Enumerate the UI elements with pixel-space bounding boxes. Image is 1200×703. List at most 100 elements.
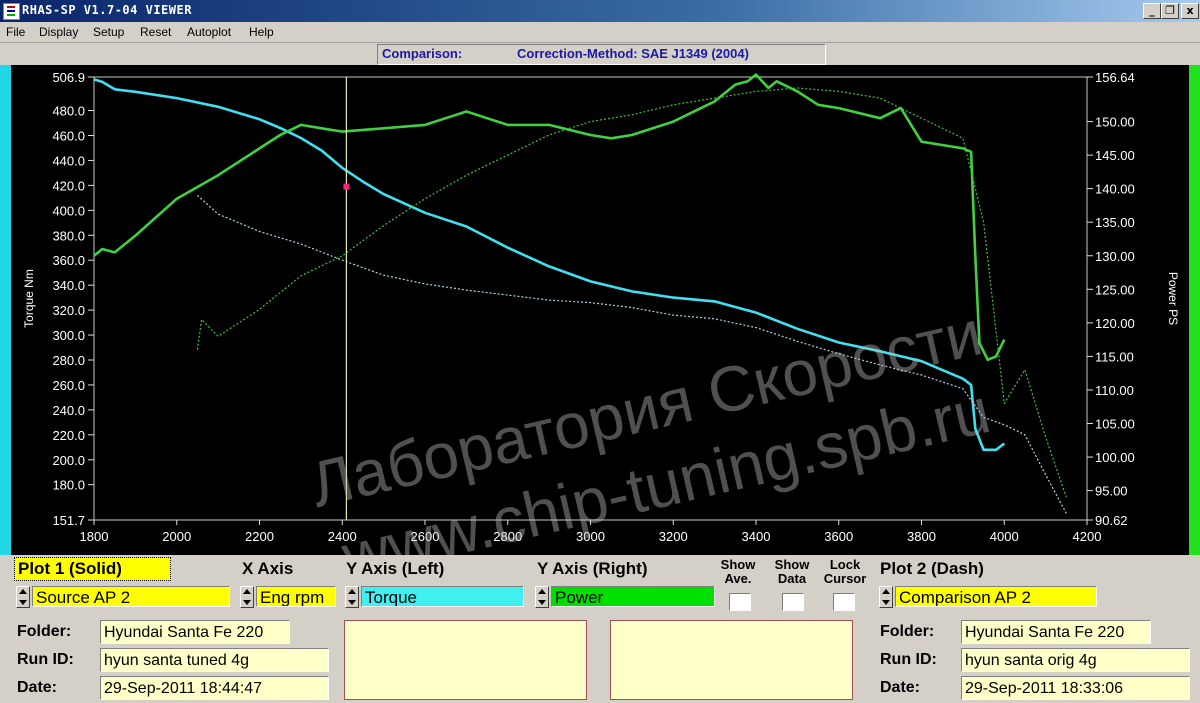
y-right-tick-label: 140.00 — [1095, 182, 1135, 197]
y-right-tick-label: 135.00 — [1095, 215, 1135, 230]
y-right-tick-label: 150.00 — [1095, 115, 1135, 130]
correction-method: Correction-Method: SAE J1349 (2004) — [517, 46, 749, 61]
x-axis-title: X Axis — [242, 559, 294, 578]
x-tick-label: 3800 — [907, 529, 936, 544]
y-right-tick-label: 100.00 — [1095, 450, 1135, 465]
close-button[interactable]: x — [1181, 3, 1199, 19]
y-right-tick-label: 90.62 — [1095, 513, 1128, 528]
menu-reset[interactable]: Reset — [140, 25, 171, 39]
power-tuned-line — [93, 73, 1006, 362]
show-ave-checkbox[interactable] — [729, 593, 751, 611]
y-right-tick-label: 120.00 — [1095, 316, 1135, 331]
plot2-date-label: Date: — [880, 679, 921, 696]
y-left-field[interactable]: Torque — [361, 586, 524, 607]
y-left-tick-label: 380.0 — [52, 228, 85, 243]
plot1-source-spinner[interactable] — [16, 586, 30, 608]
menu-setup[interactable]: Setup — [93, 25, 124, 39]
x-tick-label: 3200 — [659, 529, 688, 544]
left-axis-color-strip — [0, 65, 11, 555]
y-left-tick-label: 280.0 — [52, 353, 85, 368]
y-left-tick-label: 460.0 — [52, 128, 85, 143]
plot2-run-label: Run ID: — [880, 651, 937, 668]
y-left-axis-title: Torque Nm — [22, 269, 36, 328]
y-left-title: Y Axis (Left) — [346, 559, 445, 578]
plot2-folder-label: Folder: — [880, 623, 935, 640]
menu-file[interactable]: File — [6, 25, 25, 39]
plot1-folder-field[interactable]: Hyundai Santa Fe 220 — [100, 620, 290, 644]
x-axis-spinner[interactable] — [240, 586, 254, 608]
y-right-tick-label: 130.00 — [1095, 249, 1135, 264]
y-right-tick-label: 115.00 — [1095, 349, 1134, 364]
menu-display[interactable]: Display — [39, 25, 78, 39]
y-left-spinner[interactable] — [345, 586, 359, 608]
y-left-tick-label: 340.0 — [52, 278, 85, 293]
y-right-title: Y Axis (Right) — [537, 559, 648, 578]
restore-button[interactable]: ❐ — [1161, 3, 1179, 19]
show-data-line1: Show — [774, 557, 810, 572]
y-right-axis-title: Power PS — [1166, 272, 1180, 325]
y-right-tick-label: 105.00 — [1095, 417, 1135, 432]
chart-svg: 1800 2000 2200 2400 2600 2800 3000 3200 3400 3600… — [22, 70, 1180, 555]
plot1-date-label: Date: — [17, 679, 58, 696]
y-right-tick-label: 110.00 — [1095, 383, 1134, 398]
x-tick-label: 3400 — [742, 529, 771, 544]
plot1-title: Plot 1 (Solid) — [14, 557, 171, 581]
plot2-title: Plot 2 (Dash) — [880, 559, 984, 578]
y-left-tick-label: 200.0 — [52, 453, 85, 468]
y-right-tick-label: 145.00 — [1095, 148, 1135, 163]
show-ave-line2: Ave. — [724, 571, 752, 586]
plot1-run-field[interactable]: hyun santa tuned 4g — [100, 648, 329, 672]
plot1-folder-label: Folder: — [17, 623, 72, 640]
menu-help[interactable]: Help — [249, 25, 274, 39]
y-right-spinner[interactable] — [535, 586, 549, 608]
x-tick-label: 2000 — [162, 529, 191, 544]
y-left-tick-label: 360.0 — [52, 253, 85, 268]
x-tick-label: 1800 — [80, 529, 109, 544]
plot1-run-label: Run ID: — [17, 651, 74, 668]
plot2-date-field[interactable]: 29-Sep-2011 18:33:06 — [961, 676, 1190, 700]
y-right-tick-label: 95.00 — [1095, 484, 1128, 499]
x-axis-field[interactable]: Eng rpm — [256, 586, 336, 607]
y-right-tick-label: 156.64 — [1095, 70, 1135, 85]
right-axis-color-strip — [1189, 65, 1200, 555]
plot2-notes-box[interactable] — [610, 620, 853, 700]
plot2-run-field[interactable]: hyun santa orig 4g — [961, 648, 1190, 672]
plot2-folder-field[interactable]: Hyundai Santa Fe 220 — [961, 620, 1151, 644]
plot2-source-field[interactable]: Comparison AP 2 — [895, 586, 1097, 607]
y-left-tick-label: 506.9 — [52, 70, 85, 85]
show-data-checkbox[interactable] — [782, 593, 804, 611]
y-left-tick-label: 220.0 — [52, 428, 85, 443]
y-left-tick-label: 440.0 — [52, 153, 85, 168]
y-left-tick-label: 480.0 — [52, 104, 85, 119]
show-data-label: Show Data — [766, 558, 818, 586]
y-left-tick-label: 260.0 — [52, 378, 85, 393]
y-left-tick-label: 300.0 — [52, 328, 85, 343]
x-tick-label: 2200 — [245, 529, 274, 544]
comparison-header: Comparison: Correction-Method: SAE J1349… — [0, 43, 1200, 65]
window-title: RHAS-SP V1.7-04 VIEWER — [22, 3, 192, 17]
plot1-notes-box[interactable] — [344, 620, 587, 700]
x-tick-label: 3600 — [824, 529, 853, 544]
y-left-tick-label: 420.0 — [52, 178, 85, 193]
y-left-tick-label: 320.0 — [52, 303, 85, 318]
lock-cursor-line1: Lock — [829, 557, 861, 572]
y-right-tick-label: 125.00 — [1095, 282, 1135, 297]
x-tick-label: 4200 — [1073, 529, 1102, 544]
y-left-tick-label: 240.0 — [52, 403, 85, 418]
lock-cursor-checkbox[interactable] — [833, 593, 855, 611]
plot2-source-spinner[interactable] — [879, 586, 893, 608]
lock-cursor-label: Lock Cursor — [814, 558, 876, 586]
x-tick-label: 4000 — [990, 529, 1019, 544]
title-bar: RHAS-SP V1.7-04 VIEWER _ ❐ x — [0, 0, 1200, 22]
y-left-tick-label: 400.0 — [52, 203, 85, 218]
show-data-line2: Data — [777, 571, 807, 586]
lock-cursor-line2: Cursor — [823, 571, 867, 586]
y-right-field[interactable]: Power — [551, 586, 715, 607]
cursor-marker — [343, 183, 350, 190]
plot1-date-field[interactable]: 29-Sep-2011 18:44:47 — [100, 676, 329, 700]
minimize-button[interactable]: _ — [1143, 3, 1161, 19]
plot1-source-field[interactable]: Source AP 2 — [32, 586, 230, 607]
dyno-chart[interactable]: 1800 2000 2200 2400 2600 2800 3000 3200 3400 3600… — [11, 65, 1189, 555]
app-icon — [3, 3, 20, 20]
menu-autoplot[interactable]: Autoplot — [187, 25, 231, 39]
